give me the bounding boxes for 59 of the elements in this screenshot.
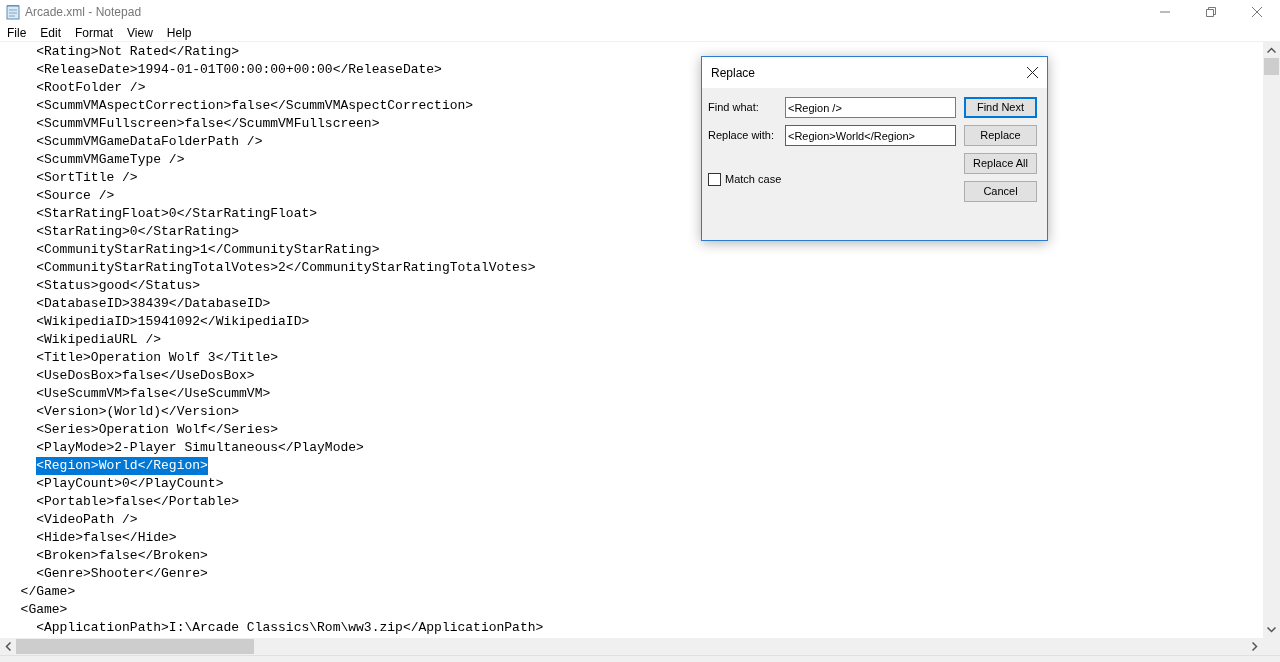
checkbox-label: Match case xyxy=(725,172,782,187)
code-line: <Series>Operation Wolf</Series> xyxy=(36,421,279,439)
code-line: <ScummVMGameType /> xyxy=(36,151,185,169)
dialog-title: Replace xyxy=(711,64,756,82)
notepad-icon xyxy=(5,4,21,20)
restore-icon xyxy=(1206,7,1216,17)
code-line: <VideoPath /> xyxy=(36,511,138,529)
window-title: Arcade.xml - Notepad xyxy=(25,4,142,21)
scroll-right-icon xyxy=(1252,642,1258,651)
close-icon xyxy=(1252,7,1262,17)
dialog-button[interactable]: Cancel xyxy=(964,181,1037,202)
dialog-button[interactable]: Replace xyxy=(964,125,1037,146)
code-line: <Status>good</Status> xyxy=(36,277,201,295)
code-line: <Hide>false</Hide> xyxy=(36,529,177,547)
menu-item[interactable]: Help xyxy=(159,23,199,42)
field-label: Find what: xyxy=(708,100,760,116)
scroll-thumb[interactable] xyxy=(16,639,254,654)
code-line: <WikipediaURL /> xyxy=(36,331,162,349)
code-line: <CommunityStarRatingTotalVotes>2</CommunityStarRatingTotalVotes> xyxy=(36,259,536,277)
checkbox[interactable] xyxy=(708,172,721,186)
code-line: <SortTitle /> xyxy=(36,169,138,187)
menu-item[interactable]: View xyxy=(120,23,160,42)
code-line: <StarRatingFloat>0</StarRatingFloat> xyxy=(36,205,318,223)
scroll-down-icon xyxy=(1267,627,1276,633)
code-line: <Version>(World)</Version> xyxy=(36,403,240,421)
code-line: <ScummVMFullscreen>false</ScummVMFullscreen> xyxy=(36,115,380,133)
menu-item[interactable]: File xyxy=(0,23,34,42)
code-line: <PlayCount>0</PlayCount> xyxy=(36,475,224,493)
text-field[interactable]: <Region /> xyxy=(785,97,956,118)
code-line: <ReleaseDate>1994-01-01T00:00:00+00:00</ReleaseDate> xyxy=(36,61,442,79)
code-line: </Game> xyxy=(20,583,76,601)
code-line: <UseDosBox>false</UseDosBox> xyxy=(36,367,255,385)
code-line: <PlayMode>2-Player Simultaneous</PlayMode> xyxy=(36,439,364,457)
scroll-up-icon xyxy=(1267,47,1276,53)
code-line: <Title>Operation Wolf 3</Title> xyxy=(36,349,279,367)
field-label: Replace with: xyxy=(708,128,776,144)
menu-item[interactable]: Edit xyxy=(33,23,69,42)
dialog-button[interactable]: Find Next xyxy=(964,97,1037,118)
code-line: <Genre>Shooter</Genre> xyxy=(36,565,208,583)
code-line: <Source /> xyxy=(36,187,115,205)
text-field[interactable]: <Region>World</Region> xyxy=(785,125,956,146)
code-line: <UseScummVM>false</UseScummVM> xyxy=(36,385,271,403)
code-line: <Broken>false</Broken> xyxy=(36,547,208,565)
scroll-thumb[interactable] xyxy=(1264,58,1279,75)
code-line: <CommunityStarRating>1</CommunityStarRating> xyxy=(36,241,380,259)
scroll-left-icon xyxy=(5,642,11,651)
code-line: <DatabaseID>38439</DatabaseID> xyxy=(36,295,271,313)
dialog-button[interactable]: Replace All xyxy=(964,153,1037,174)
code-line: <Rating>Not Rated</Rating> xyxy=(36,43,240,61)
code-line: <StarRating>0</StarRating> xyxy=(36,223,240,241)
code-line: <Portable>false</Portable> xyxy=(36,493,240,511)
code-line: <WikipediaID>15941092</WikipediaID> xyxy=(36,313,310,331)
code-line: <RootFolder /> xyxy=(36,79,146,97)
code-line: <ScummVMAspectCorrection>false</ScummVMAspectCorrection> xyxy=(36,97,474,115)
code-line: <ApplicationPath>I:\Arcade Classics\Rom\ww3.zip</ApplicationPath> xyxy=(36,619,544,637)
close-icon xyxy=(1026,67,1038,78)
menu-item[interactable]: Format xyxy=(68,23,121,42)
code-line: <Game> xyxy=(20,601,68,619)
code-line: <ScummVMGameDataFolderPath /> xyxy=(36,133,263,151)
